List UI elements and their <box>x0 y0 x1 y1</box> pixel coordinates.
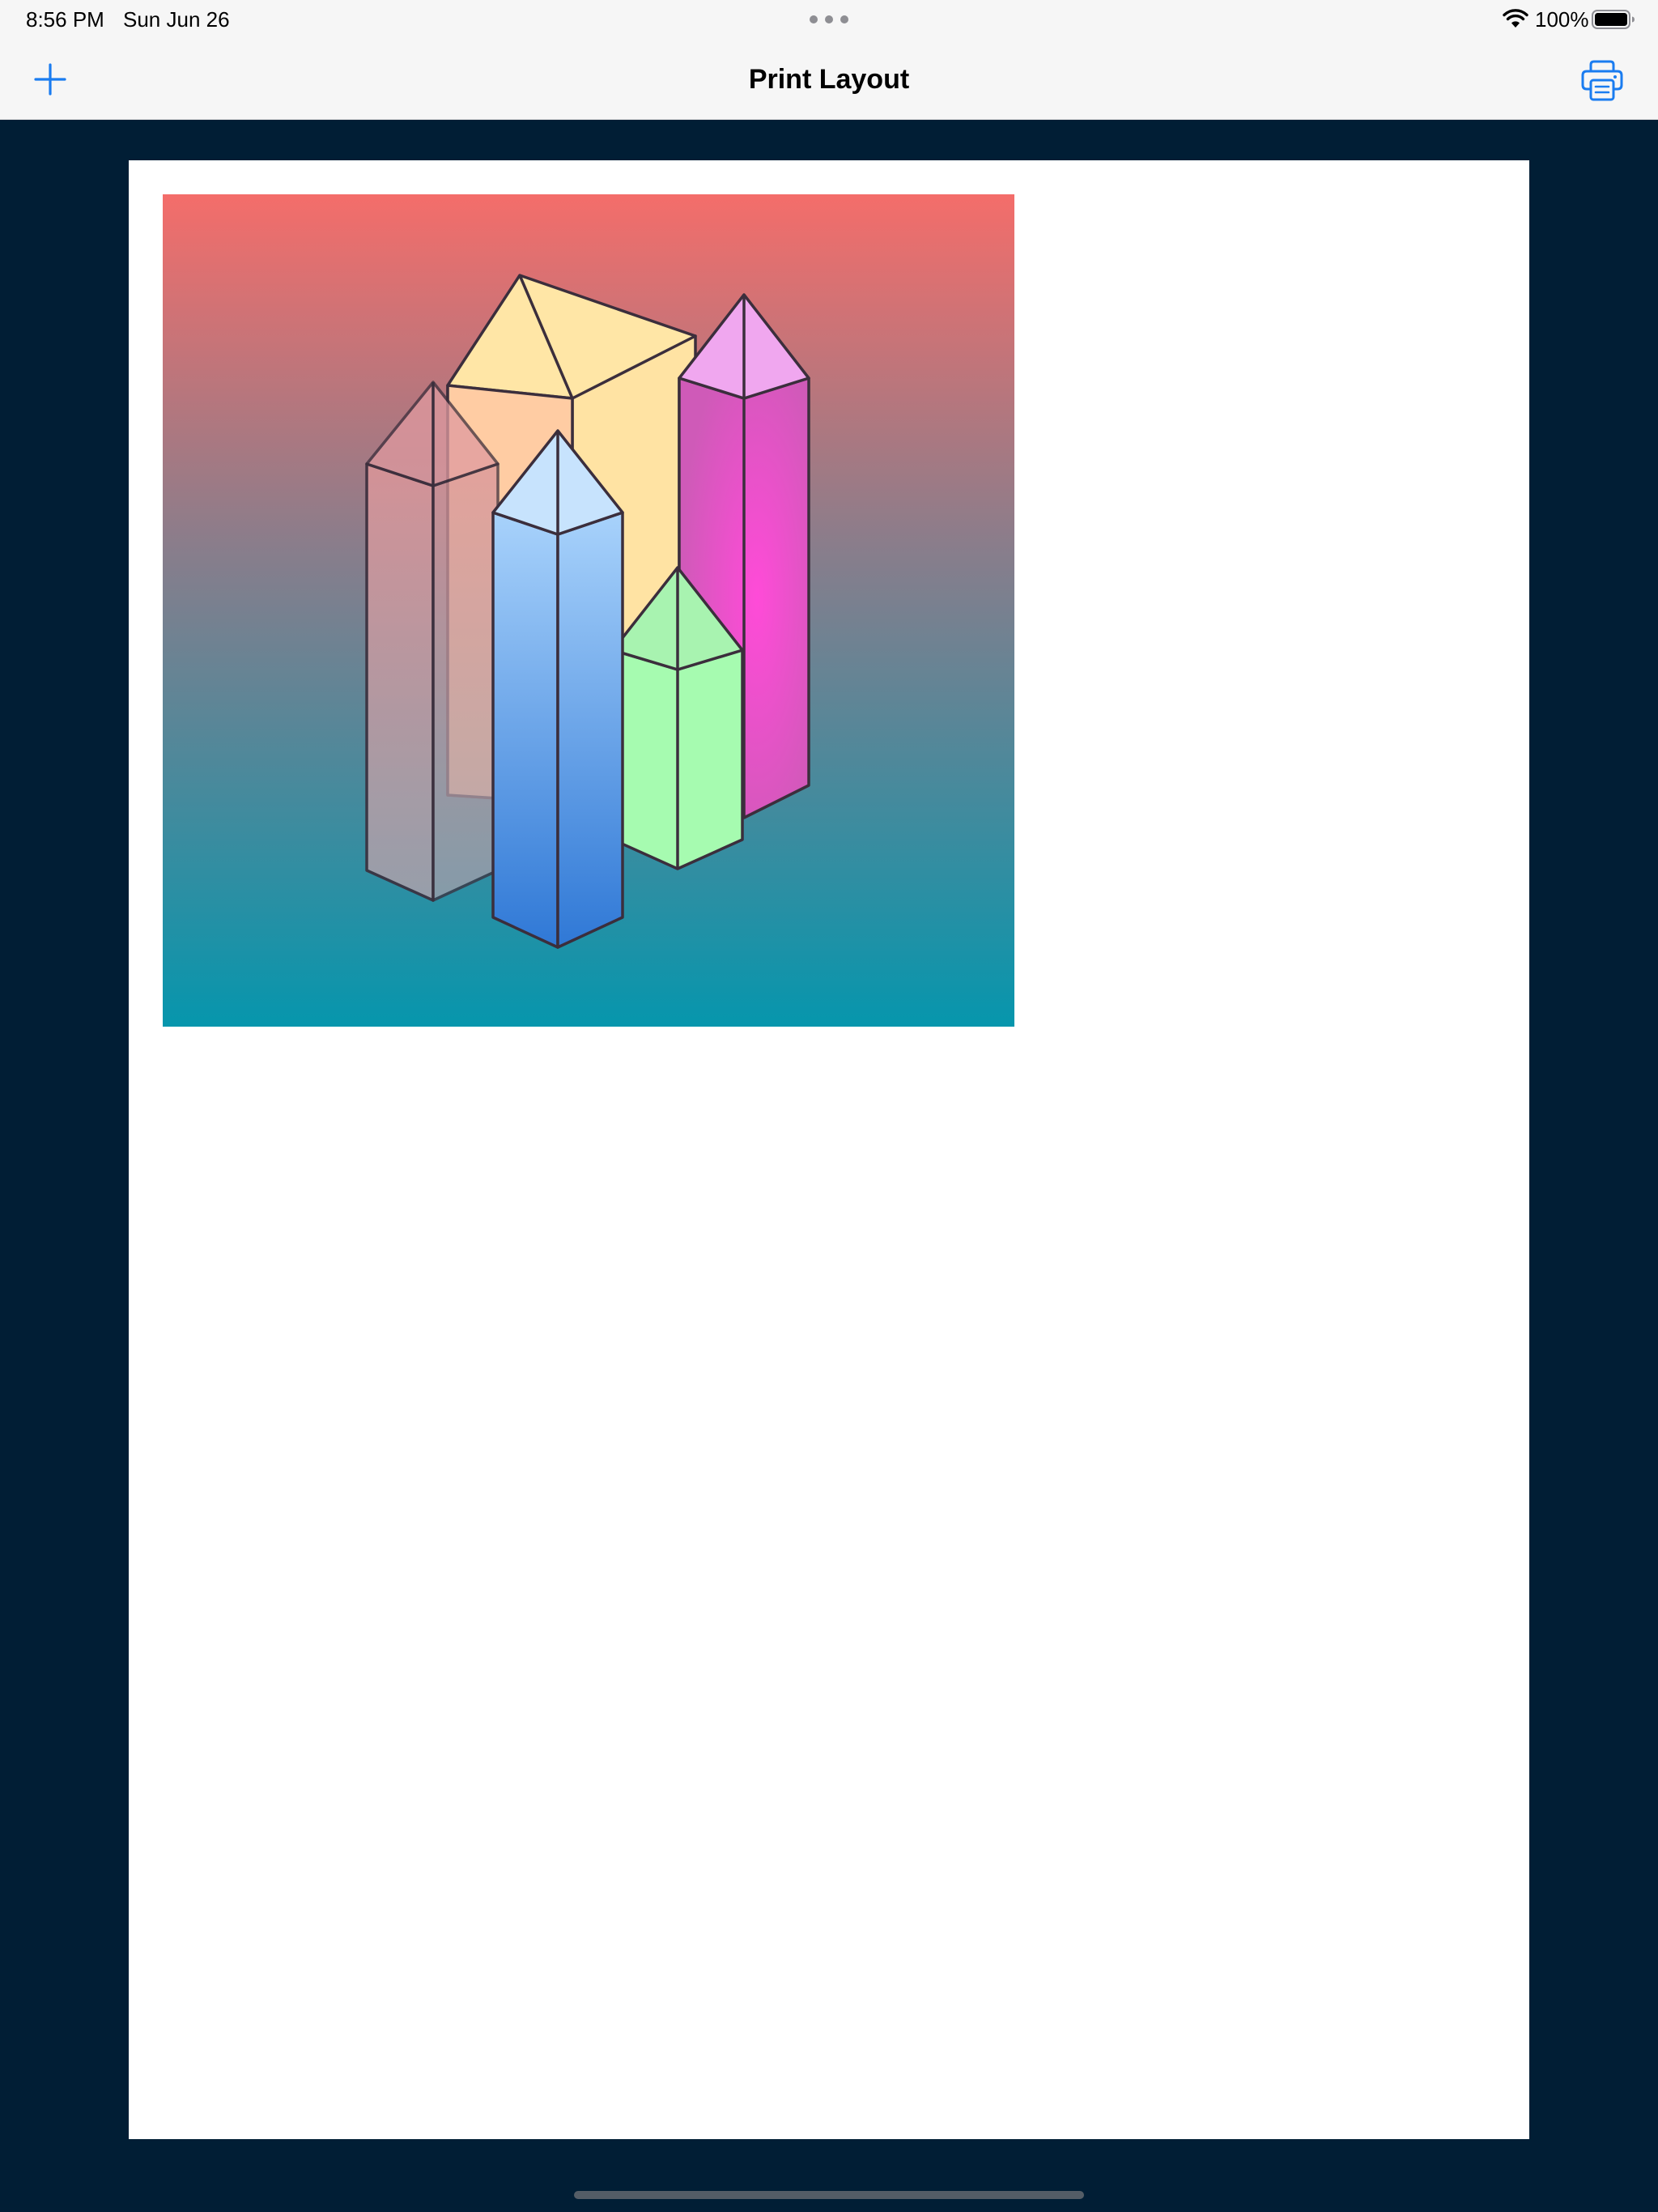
plus-icon <box>34 63 66 96</box>
crystal-towers-illustration <box>163 194 1014 1027</box>
wifi-icon <box>1503 9 1528 28</box>
status-bar: 8:56 PM Sun Jun 26 100% <box>0 0 1658 39</box>
printer-icon <box>1581 60 1623 101</box>
print-button[interactable] <box>1579 58 1626 102</box>
page-title: Print Layout <box>748 64 910 95</box>
status-date: Sun Jun 26 <box>123 7 230 32</box>
home-indicator[interactable] <box>574 2191 1084 2199</box>
add-button[interactable] <box>29 58 71 100</box>
status-time: 8:56 PM <box>26 7 104 32</box>
navigation-bar: Print Layout <box>0 39 1658 120</box>
battery-icon <box>1592 10 1635 29</box>
multitasking-dots-icon[interactable] <box>810 15 848 24</box>
battery-percent: 100% <box>1535 7 1589 32</box>
print-preview-page <box>129 160 1529 2139</box>
